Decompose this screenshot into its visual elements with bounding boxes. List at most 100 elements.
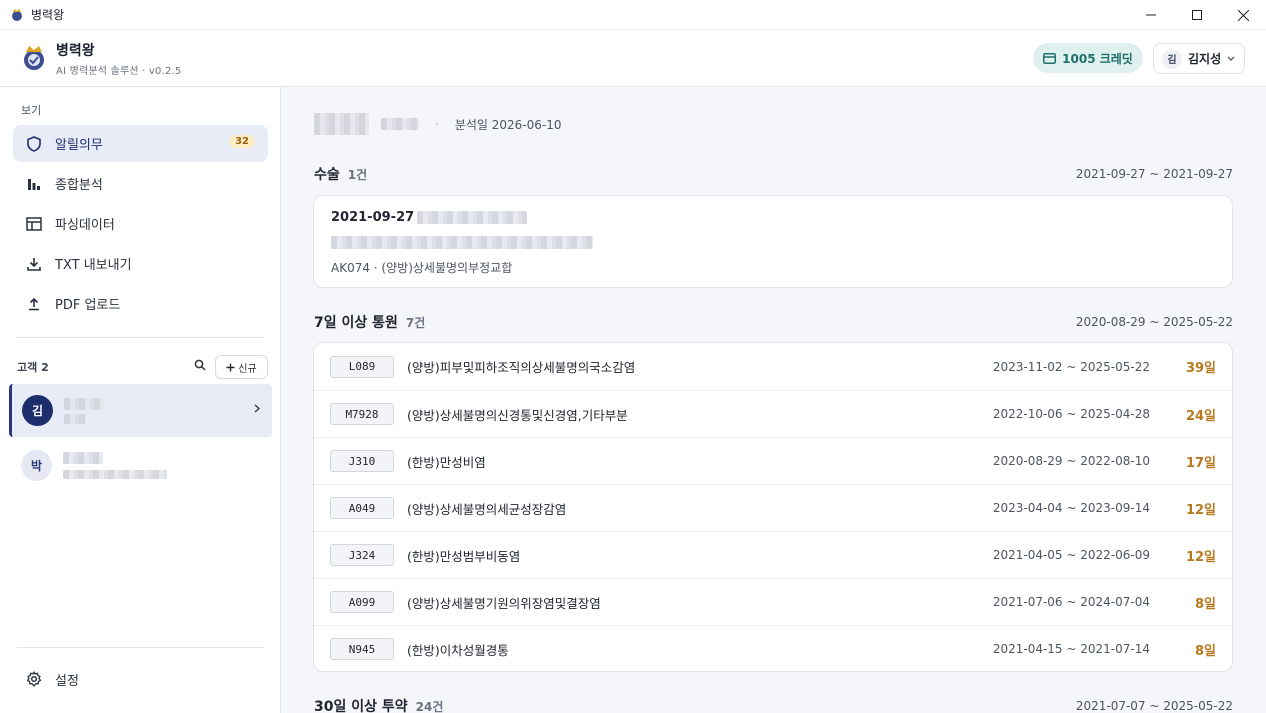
patient-meta: · 분석일 2026-06-10 (314, 113, 562, 135)
section-range: 2020-08-29 ~ 2025-05-22 (1075, 315, 1233, 329)
diagnosis-name: (양방)상세불명기원의위장염및결장염 (407, 595, 601, 611)
diagnosis-code: L089 (330, 355, 394, 378)
customers-label: 고객 2 (17, 361, 49, 374)
window-titlebar: 병력왕 (0, 0, 1266, 30)
section-count: 24건 (415, 699, 444, 713)
diagnosis-name: (양방)상세불명의신경통및신경염,기타부분 (407, 407, 628, 423)
table-row[interactable]: J310 (한방)만성비염 2020-08-29 ~ 2022-08-10 17… (314, 437, 1232, 484)
day-count: 12일 (1185, 549, 1216, 565)
visits-section-header: 7일 이상 통원 7건 2020-08-29 ~ 2025-05-22 (314, 312, 1233, 332)
date-range: 2022-10-06 ~ 2025-04-28 (992, 407, 1150, 421)
sidebar-divider (17, 647, 264, 648)
table-row[interactable]: J324 (한방)만성범부비동염 2021-04-05 ~ 2022-06-09… (314, 531, 1232, 578)
new-customer-label: 신규 (238, 363, 257, 375)
section-title: 수술 (314, 167, 340, 183)
day-count: 8일 (1194, 643, 1216, 659)
customer-item[interactable]: 김 (9, 384, 272, 437)
section-title: 30일 이상 투약 (314, 699, 408, 713)
table-row[interactable]: L089 (양방)피부및피하조직의상세불명의국소감염 2023-11-02 ~ … (314, 343, 1232, 390)
nav-label: TXT 내보내기 (55, 258, 132, 273)
section-count: 1건 (347, 167, 368, 182)
settings-button[interactable]: 설정 (13, 667, 79, 691)
nav-pdf-upload[interactable]: PDF 업로드 (13, 285, 268, 322)
surgery-section-header: 수술 1건 2021-09-27 ~ 2021-09-27 (314, 164, 1233, 184)
sidebar: 보기 알릴의무 32 종합분석 파싱데이터 TXT 내보내기 PDF 업로드 고… (0, 87, 281, 713)
day-count: 24일 (1185, 408, 1216, 424)
table-row[interactable]: M7928 (양방)상세불명의신경통및신경염,기타부분 2022-10-06 ~… (314, 390, 1232, 437)
day-count: 8일 (1194, 596, 1216, 612)
nav-txt-export[interactable]: TXT 내보내기 (13, 245, 268, 282)
diagnosis-name: (양방)피부및피하조직의상세불명의국소감염 (407, 360, 636, 375)
diagnosis-name: (양방)상세불명의세균성장감염 (407, 501, 567, 517)
app-header: 병력왕 AI 병력분석 솔루션 · v0.2.5 1005 크레딧 김 김지성 (0, 30, 1266, 87)
count-badge: 32 (229, 135, 255, 148)
nav-disclosure[interactable]: 알릴의무 32 (13, 125, 268, 162)
credit-text: 1005 크레딧 (1062, 51, 1133, 66)
surgery-date: 2021-09-27 (331, 210, 415, 225)
customer-avatar: 박 (21, 450, 52, 481)
diagnosis-code: N945 (330, 638, 394, 660)
visits-card: L089 (양방)피부및피하조직의상세불명의국소감염 2023-11-02 ~ … (313, 342, 1233, 672)
nav-parsed-data[interactable]: 파싱데이터 (13, 205, 268, 242)
table-icon (26, 216, 42, 231)
redacted-patient-name (314, 113, 369, 135)
diagnosis-code: A049 (330, 497, 394, 519)
redacted-info (64, 413, 86, 424)
surgery-code: AK074 · (양방)상세불명의부정교합 (331, 261, 513, 275)
chevron-down-icon (1227, 56, 1235, 61)
plus-icon (226, 363, 235, 371)
user-avatar: 김 (1162, 48, 1182, 69)
app-logo-icon (12, 8, 22, 21)
redacted-hospital (417, 211, 527, 224)
day-count: 39일 (1185, 361, 1216, 376)
diagnosis-name: (한방)이차성월경통 (407, 642, 509, 658)
shield-icon (27, 135, 41, 152)
analysis-date: 분석일 2026-06-10 (454, 117, 562, 132)
brand: 병력왕 AI 병력분석 솔루션 · v0.2.5 (56, 40, 181, 77)
customers-header: 고객 2 신규 (17, 355, 268, 379)
nav-label: PDF 업로드 (55, 298, 121, 313)
credit-badge[interactable]: 1005 크레딧 (1033, 43, 1143, 73)
user-name: 김지성 (1188, 52, 1222, 66)
table-row[interactable]: A099 (양방)상세불명기원의위장염및결장염 2021-07-06 ~ 202… (314, 578, 1232, 625)
brand-logo-icon (24, 46, 44, 70)
close-icon (1237, 9, 1249, 21)
customer-item[interactable]: 박 (9, 439, 272, 492)
close-button[interactable] (1220, 0, 1266, 30)
minimize-icon (1146, 14, 1156, 16)
date-range: 2021-04-15 ~ 2021-07-14 (992, 642, 1150, 656)
redacted-detail (331, 236, 593, 249)
brand-subtitle: AI 병력분석 솔루션 · v0.2.5 (56, 65, 182, 77)
section-range: 2021-07-07 ~ 2025-05-22 (1075, 699, 1233, 713)
nav-label: 알릴의무 (55, 138, 103, 153)
user-menu-button[interactable]: 김 김지성 (1153, 43, 1245, 74)
view-section-label: 보기 (21, 104, 42, 117)
date-range: 2023-11-02 ~ 2025-05-22 (992, 359, 1150, 374)
nav-label: 종합분석 (55, 178, 103, 193)
diagnosis-name: (한방)만성비염 (407, 454, 486, 470)
window-title: 병력왕 (31, 8, 65, 22)
card-icon (1043, 52, 1057, 64)
maximize-button[interactable] (1174, 0, 1220, 30)
section-range: 2021-09-27 ~ 2021-09-27 (1075, 167, 1233, 181)
surgery-card[interactable]: 2021-09-27 AK074 · (양방)상세불명의부정교합 (313, 195, 1233, 288)
bar-chart-icon (28, 178, 40, 190)
minimize-button[interactable] (1128, 0, 1174, 30)
new-customer-button[interactable]: 신규 (215, 355, 268, 379)
nav-label: 파싱데이터 (55, 218, 115, 233)
date-range: 2021-04-05 ~ 2022-06-09 (992, 548, 1150, 562)
diagnosis-code: J310 (330, 450, 394, 472)
section-count: 7건 (405, 315, 426, 330)
table-row[interactable]: N945 (한방)이차성월경통 2021-04-15 ~ 2021-07-14 … (314, 625, 1232, 672)
upload-icon (29, 297, 39, 310)
gear-icon (26, 671, 42, 687)
download-icon (27, 257, 41, 271)
table-row[interactable]: A049 (양방)상세불명의세균성장감염 2023-04-04 ~ 2023-0… (314, 484, 1232, 531)
settings-label: 설정 (55, 673, 79, 689)
date-range: 2020-08-29 ~ 2022-08-10 (992, 454, 1150, 468)
redacted-name (63, 452, 103, 464)
search-icon[interactable] (194, 359, 206, 371)
date-range: 2021-07-06 ~ 2024-07-04 (992, 595, 1150, 609)
nav-overall-analysis[interactable]: 종합분석 (13, 165, 268, 202)
medication-section-header: 30일 이상 투약 24건 2021-07-07 ~ 2025-05-22 (314, 696, 1233, 713)
